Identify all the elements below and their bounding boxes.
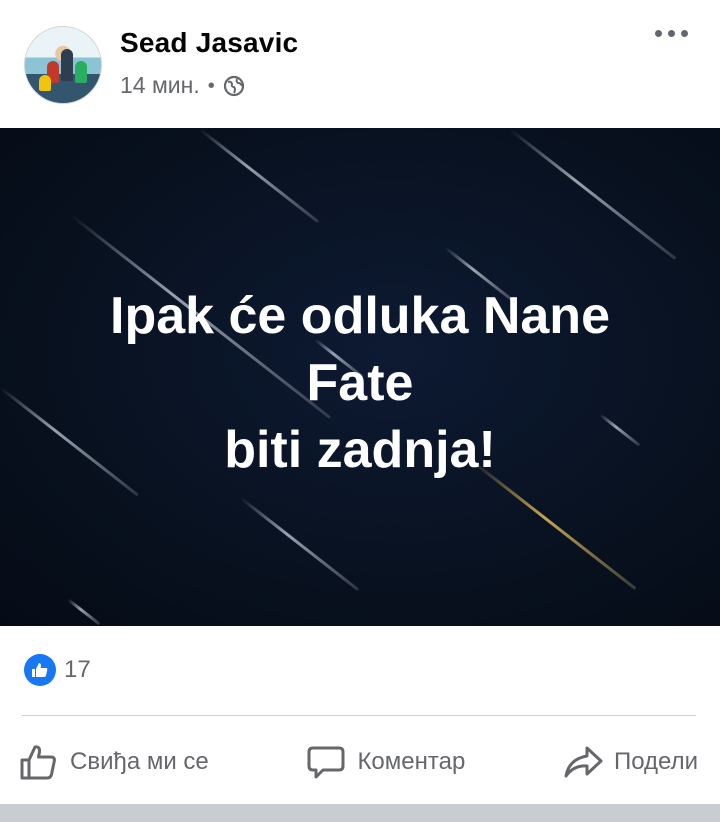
post-header: Sead Jasavic 14 мин. • — [0, 0, 720, 128]
comment-icon — [305, 741, 347, 783]
more-options-button[interactable] — [655, 30, 688, 37]
thumbs-up-icon — [18, 741, 60, 783]
globe-icon — [223, 75, 245, 97]
divider — [22, 715, 696, 716]
meta-separator: • — [207, 74, 215, 97]
like-count: 17 — [64, 656, 91, 683]
comment-button-label: Коментар — [357, 748, 466, 775]
light-streak — [199, 128, 320, 224]
post-time[interactable]: 14 мин. — [120, 72, 200, 99]
reactions-summary[interactable]: 17 — [24, 654, 91, 686]
avatar[interactable] — [24, 26, 102, 104]
like-button[interactable]: Свиђа ми се — [18, 734, 209, 790]
more-icon — [655, 30, 662, 37]
share-button-label: Подели — [613, 748, 698, 775]
like-reaction-icon — [24, 654, 56, 686]
comment-button[interactable]: Коментар — [305, 734, 465, 790]
post-actions: Свиђа ми се Коментар Подели — [0, 734, 720, 790]
author-name[interactable]: Sead Jasavic — [120, 27, 298, 59]
share-button[interactable]: Подели — [562, 734, 698, 790]
light-streak — [239, 496, 360, 592]
post-image[interactable]: Ipak će odluka Nane Fate biti zadnja! — [0, 128, 720, 626]
light-streak — [67, 598, 101, 626]
share-icon — [562, 741, 604, 783]
post-text: Ipak će odluka Nane Fate biti zadnja! — [110, 287, 610, 479]
post-meta: 14 мин. • — [120, 72, 245, 99]
like-button-label: Свиђа ми се — [70, 748, 209, 775]
feed-separator — [0, 804, 720, 822]
light-streak — [509, 128, 677, 260]
